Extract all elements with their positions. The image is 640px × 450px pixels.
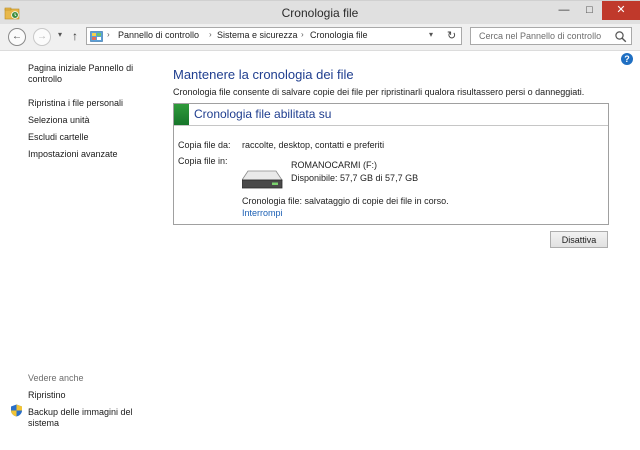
stop-backup-link[interactable]: Interrompi [242, 208, 283, 218]
status-indicator [174, 104, 189, 125]
copy-from-value: raccolte, desktop, contatti e preferiti [242, 140, 385, 150]
minimize-button[interactable]: — [551, 1, 577, 20]
navigation-bar: ← → ▾ ↑ › Pannello di controllo › Sistem… [0, 24, 640, 51]
help-icon[interactable]: ? [621, 53, 633, 65]
title-bar[interactable]: Cronologia file — □ ✕ [0, 0, 640, 25]
copy-from-label: Copia file da: [178, 140, 231, 150]
drive-available-space: Disponibile: 57,7 GB di 57,7 GB [291, 173, 419, 183]
control-panel-icon [90, 31, 103, 42]
sidebar-link-advanced-settings[interactable]: Impostazioni avanzate [28, 149, 153, 160]
address-bar[interactable]: › Pannello di controllo › Sistema e sicu… [86, 27, 462, 45]
maximize-button[interactable]: □ [577, 1, 602, 20]
shield-icon [11, 404, 22, 417]
up-arrow-icon[interactable]: ↑ [72, 29, 78, 43]
backup-status-text: Cronologia file: salvataggio di copie de… [242, 196, 449, 206]
back-arrow-icon[interactable]: ← [8, 28, 26, 46]
panel-header: Cronologia file abilitata su [174, 104, 608, 126]
see-also-link-recovery[interactable]: Ripristino [28, 390, 153, 401]
copy-to-label: Copia file in: [178, 156, 228, 166]
drive-icon [242, 170, 283, 189]
breadcrumb-separator[interactable]: › [209, 30, 212, 39]
see-also-heading: Vedere anche [28, 373, 84, 383]
sidebar-link-restore-files[interactable]: Ripristina i file personali [28, 98, 153, 109]
breadcrumb-separator[interactable]: › [107, 30, 110, 39]
breadcrumb-system-security[interactable]: Sistema e sicurezza [217, 30, 298, 40]
drive-name: ROMANOCARMI (F:) [291, 160, 377, 170]
search-placeholder: Cerca nel Pannello di controllo [479, 31, 602, 41]
window-title: Cronologia file [281, 6, 359, 20]
sidebar-link-exclude-folders[interactable]: Escludi cartelle [28, 132, 153, 143]
breadcrumb-file-history[interactable]: Cronologia file [310, 30, 368, 40]
forward-arrow-icon[interactable]: → [33, 28, 51, 46]
recent-locations-chevron-down-icon[interactable]: ▾ [58, 30, 62, 39]
sidebar-link-control-panel-home[interactable]: Pagina iniziale Pannello di controllo [28, 63, 153, 85]
search-icon[interactable] [614, 30, 627, 43]
disable-button[interactable]: Disattiva [550, 231, 608, 248]
close-button[interactable]: ✕ [602, 1, 640, 20]
panel-title: Cronologia file abilitata su [194, 107, 332, 121]
breadcrumb-separator[interactable]: › [301, 30, 304, 39]
breadcrumb-control-panel[interactable]: Pannello di controllo [118, 30, 199, 40]
refresh-icon[interactable]: ↻ [447, 29, 456, 42]
address-chevron-down-icon[interactable]: ▾ [429, 30, 433, 39]
search-input[interactable]: Cerca nel Pannello di controllo [470, 27, 632, 45]
file-history-window: Cronologia file — □ ✕ ← → ▾ ↑ › Pannello… [0, 0, 640, 450]
sidebar-link-select-drive[interactable]: Seleziona unità [28, 115, 153, 126]
left-task-pane: Pagina iniziale Pannello di controllo Ri… [0, 51, 160, 450]
see-also-link-system-image-backup[interactable]: Backup delle immagini del sistema [28, 407, 153, 429]
page-description: Cronologia file consente di salvare copi… [173, 87, 585, 97]
file-history-status-panel: Cronologia file abilitata su Copia file … [173, 103, 609, 225]
page-title: Mantenere la cronologia dei file [173, 67, 354, 82]
